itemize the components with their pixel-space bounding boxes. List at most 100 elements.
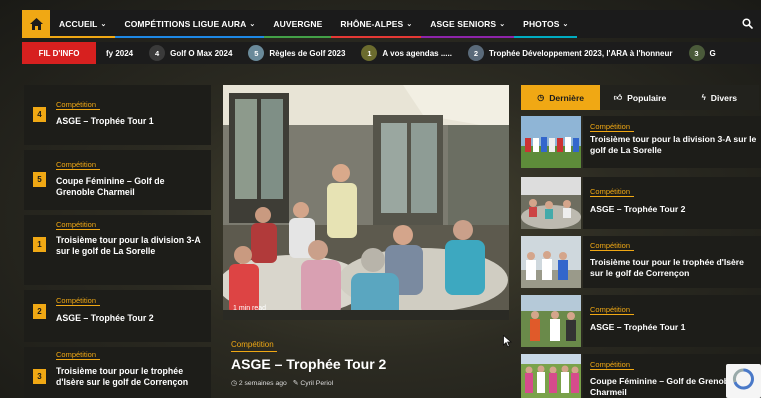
post-category[interactable]: Compétition	[590, 360, 630, 369]
latest-post[interactable]: Compétition Coupe Féminine – Golf de Gre…	[521, 354, 761, 398]
post-title[interactable]: Troisième tour pour la division 3-A sur …	[56, 235, 205, 257]
post-body: Compétition ASGE – Trophée Tour 1	[583, 295, 761, 347]
category-underline	[56, 109, 100, 110]
featured-category[interactable]: Compétition	[231, 340, 274, 349]
ticker-item[interactable]: 4 Golf O Max 2024	[149, 45, 232, 61]
ticker-number: 1	[361, 45, 378, 61]
post-category[interactable]: Compétition	[56, 350, 96, 359]
fil-info-label: FIL D'INFO	[22, 42, 96, 64]
category-underline	[231, 351, 277, 352]
latest-post[interactable]: Compétition Troisième tour pour le troph…	[521, 236, 761, 288]
ranked-post[interactable]: 2 Compétition ASGE – Trophée Tour 2	[24, 290, 211, 342]
rank-badge: 4	[33, 107, 46, 122]
nav-item-auvergne[interactable]: AUVERGNE	[264, 10, 332, 38]
post-author[interactable]: Cyril Periol	[300, 380, 333, 387]
post-title[interactable]: ASGE – Trophée Tour 1	[56, 116, 205, 127]
bolt-icon: ϟ	[701, 93, 706, 102]
post-title[interactable]: ASGE – Trophée Tour 2	[56, 313, 205, 324]
category-underline	[590, 250, 634, 251]
nav-item-asge-seniors[interactable]: ASGE SENIORS ⌄	[421, 10, 515, 38]
search-icon[interactable]	[742, 18, 753, 29]
nav-item-label: COMPÉTITIONS LIGUE AURA	[124, 19, 247, 29]
tab-latest[interactable]: ◷ Dernière	[521, 85, 601, 110]
ticker-item-text: fy 2024	[106, 48, 134, 58]
recaptcha-icon	[733, 368, 754, 390]
post-body: Compétition Troisième tour pour le troph…	[583, 236, 761, 288]
ticker-number: 3	[688, 45, 705, 61]
post-category[interactable]: Compétition	[56, 296, 96, 305]
post-category[interactable]: Compétition	[56, 160, 96, 169]
recaptcha-badge[interactable]	[726, 364, 761, 398]
category-underline	[56, 169, 100, 170]
chevron-down-icon: ⌄	[100, 21, 107, 28]
post-thumbnail[interactable]	[521, 116, 581, 168]
post-thumbnail[interactable]	[521, 354, 581, 398]
post-category[interactable]: Compétition	[590, 187, 630, 196]
latest-post[interactable]: Compétition Troisième tour pour la divis…	[521, 116, 761, 168]
post-body: Compétition ASGE – Trophée Tour 2	[583, 177, 761, 229]
post-title[interactable]: Troisième tour pour le trophée d'Isère s…	[56, 366, 205, 388]
nav-underline	[421, 36, 515, 38]
category-underline	[56, 305, 100, 306]
tab-popular[interactable]: 👍︎ Populaire	[600, 85, 679, 110]
featured-photo-illustration	[223, 85, 509, 320]
thumbnail-group-photo	[521, 236, 581, 288]
post-category[interactable]: Compétition	[56, 100, 96, 109]
read-time: 1 min read	[233, 305, 267, 312]
ranked-post[interactable]: 5 Compétition Coupe Féminine – Golf de G…	[24, 150, 211, 210]
nav-underline	[514, 36, 578, 38]
nav-item-label: RHÔNE-ALPES	[340, 19, 404, 29]
chevron-down-icon: ⌄	[562, 21, 569, 28]
post-category[interactable]: Compétition	[56, 220, 96, 229]
main-navigation: ACCUEIL ⌄ COMPÉTITIONS LIGUE AURA ⌄ AUVERG…	[22, 10, 761, 38]
post-date: 2 semaines ago	[238, 380, 287, 387]
post-thumbnail[interactable]	[521, 177, 581, 229]
nav-item-accueil[interactable]: ACCUEIL ⌄	[50, 10, 116, 38]
ticker-item[interactable]: 2 Trophée Développement 2023, l'ARA à l'h…	[467, 45, 673, 61]
post-title[interactable]: ASGE – Trophée Tour 1	[590, 322, 757, 333]
latest-post[interactable]: Compétition ASGE – Trophée Tour 1	[521, 295, 761, 347]
category-underline	[56, 359, 100, 360]
featured-image[interactable]: 1 min read	[223, 85, 509, 320]
post-thumbnail[interactable]	[521, 236, 581, 288]
ticker-item[interactable]: 1 A vos agendas .....	[361, 45, 452, 61]
ticker-number: 5	[248, 45, 265, 61]
post-thumbnail[interactable]	[521, 295, 581, 347]
ticker-item-text: G	[709, 48, 716, 58]
latest-post[interactable]: Compétition ASGE – Trophée Tour 2	[521, 177, 761, 229]
nav-item-competitions[interactable]: COMPÉTITIONS LIGUE AURA ⌄	[115, 10, 265, 38]
nav-item-rhone-alpes[interactable]: RHÔNE-ALPES ⌄	[331, 10, 422, 38]
tab-label: Dernière	[549, 92, 585, 103]
post-category[interactable]: Compétition	[590, 241, 630, 250]
post-title[interactable]: Coupe Féminine – Golf de Grenoble Charme…	[56, 176, 205, 198]
post-title[interactable]: Troisième tour pour la division 3-A sur …	[590, 134, 757, 156]
post-category[interactable]: Compétition	[590, 122, 630, 131]
nav-item-label: AUVERGNE	[273, 19, 323, 29]
home-button[interactable]	[22, 10, 50, 38]
post-category[interactable]: Compétition	[590, 305, 630, 314]
ticker-item[interactable]: fy 2024	[106, 49, 133, 58]
post-body: Compétition Troisième tour pour la divis…	[583, 116, 761, 168]
ticker-number: 4	[149, 45, 166, 61]
ticker-number: 2	[467, 45, 484, 61]
ranked-post[interactable]: 3 Compétition Troisième tour pour le tro…	[24, 347, 211, 398]
ticker-item[interactable]: 5 Règles de Golf 2023	[248, 45, 345, 61]
post-title[interactable]: ASGE – Trophée Tour 2	[590, 204, 757, 215]
menu-bar: ACCUEIL ⌄ COMPÉTITIONS LIGUE AURA ⌄ AUVERG…	[50, 10, 578, 38]
featured-title[interactable]: ASGE – Trophée Tour 2	[231, 356, 386, 372]
nav-item-label: PHOTOS	[523, 19, 560, 29]
home-icon	[29, 18, 43, 30]
post-title[interactable]: Troisième tour pour le trophée d'Isère s…	[590, 257, 757, 279]
clock-icon: ◷	[231, 380, 237, 387]
rank-badge: 2	[33, 304, 46, 319]
ranked-post[interactable]: 4 Compétition ASGE – Trophée Tour 1	[24, 85, 211, 145]
thumbnail-group-photo	[521, 116, 581, 168]
nav-underline	[50, 36, 116, 38]
nav-underline	[115, 36, 265, 38]
ranked-post[interactable]: 1 Compétition Troisième tour pour la div…	[24, 215, 211, 285]
chevron-down-icon: ⌄	[406, 21, 413, 28]
nav-item-photos[interactable]: PHOTOS ⌄	[514, 10, 578, 38]
ticker-item[interactable]: 3G	[688, 45, 716, 61]
rank-badge: 3	[33, 369, 46, 384]
tab-misc[interactable]: ϟ Divers	[680, 85, 759, 110]
